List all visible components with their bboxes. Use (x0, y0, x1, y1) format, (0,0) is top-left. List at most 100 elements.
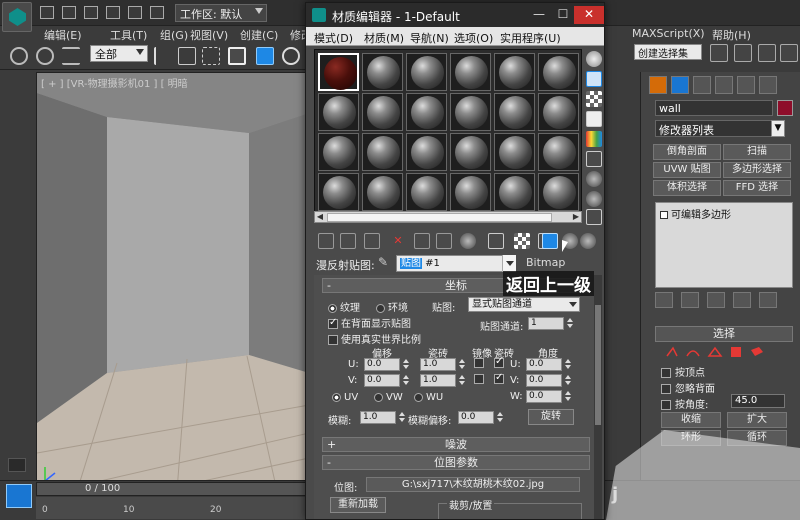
new-file-icon[interactable] (40, 6, 54, 19)
w-angle-input[interactable]: 0.0 (526, 390, 562, 403)
scrollbar-thumb[interactable] (327, 213, 552, 222)
maximize-icon[interactable]: ☐ (552, 6, 574, 24)
blur-offset-spinner[interactable] (496, 411, 503, 424)
go-to-parent-icon[interactable] (542, 233, 558, 249)
video-color-check-icon[interactable] (586, 131, 602, 147)
align-icon[interactable] (734, 44, 752, 62)
pick-material-icon[interactable] (580, 233, 596, 249)
blur-spinner[interactable] (398, 411, 405, 424)
angle-input[interactable]: 45.0 (731, 394, 785, 408)
wu-radio[interactable]: WU (414, 392, 443, 403)
eyedropper-icon[interactable]: ✎ (378, 255, 392, 271)
redo-icon[interactable] (128, 6, 142, 19)
environ-radio[interactable]: 环境 (376, 299, 408, 314)
put-to-scene-icon[interactable] (340, 233, 356, 249)
reset-map-icon[interactable]: ✕ (390, 233, 406, 249)
hierarchy-tab-icon[interactable] (693, 76, 711, 94)
sample-slot[interactable] (538, 53, 579, 91)
viewport-label[interactable]: [ + ] [VR-物理摄影机01 ] [ 明暗 (41, 75, 188, 90)
sample-slot[interactable] (538, 133, 579, 171)
app-logo-icon[interactable] (2, 2, 32, 32)
sample-slot[interactable] (406, 93, 447, 131)
workspace-dropdown[interactable]: 工作区: 默认 (175, 4, 267, 22)
backlight-icon[interactable] (586, 71, 602, 87)
texture-radio[interactable]: 纹理 (328, 299, 360, 314)
u-angle-spinner[interactable] (564, 358, 571, 371)
w-angle-spinner[interactable] (564, 390, 571, 403)
use-real-world-checkbox[interactable]: 使用真实世界比例 (328, 331, 421, 346)
sample-slot[interactable] (494, 93, 535, 131)
get-material-icon[interactable] (318, 233, 334, 249)
v-offset-input[interactable]: 0.0 (364, 374, 400, 387)
sample-slot[interactable] (450, 173, 491, 211)
menu-create[interactable]: 创建(C) (240, 27, 278, 43)
sweep-button[interactable]: 扫描 (723, 144, 791, 160)
map-channel-spinner[interactable] (566, 317, 573, 330)
sample-slot[interactable] (318, 133, 359, 171)
v-tile-checkbox[interactable] (494, 372, 507, 385)
selection-rollout-header[interactable]: 选择 (655, 326, 793, 342)
menu-material[interactable]: 材质(M) (364, 30, 404, 46)
mapping-dropdown[interactable]: 显式贴图通道 (468, 297, 580, 312)
menu-help[interactable]: 帮助(H) (712, 27, 751, 43)
sample-slot[interactable] (538, 173, 579, 211)
sample-slot[interactable] (318, 173, 359, 211)
sample-slot[interactable] (450, 53, 491, 91)
vw-radio[interactable]: VW (374, 392, 403, 403)
scroll-left-icon[interactable]: ◀ (315, 212, 325, 222)
by-angle-checkbox[interactable]: 按角度: (661, 396, 708, 411)
u-angle-input[interactable]: 0.0 (526, 358, 562, 371)
show-map-in-viewport-icon[interactable] (514, 233, 530, 249)
select-object-icon[interactable] (154, 47, 172, 65)
stack-item-editable-poly[interactable]: 可编辑多边形 (660, 206, 731, 221)
select-rotate-icon[interactable] (282, 47, 300, 65)
grow-button[interactable]: 扩大 (727, 412, 787, 428)
material-id-channel-icon[interactable] (488, 233, 504, 249)
close-icon[interactable]: ✕ (574, 6, 604, 24)
material-map-navigator-icon[interactable] (586, 209, 602, 225)
menu-view[interactable]: 视图(V) (190, 27, 228, 43)
subobject-level-icons[interactable] (663, 344, 793, 360)
uv-radio[interactable]: UV (332, 392, 358, 403)
window-crossing-icon[interactable] (228, 47, 246, 65)
options-icon[interactable] (586, 171, 602, 187)
v-offset-spinner[interactable] (402, 374, 409, 387)
menu-maxscript[interactable]: MAXScript(X) (632, 27, 705, 40)
bitmap-params-rollout-header[interactable]: - 位图参数 (322, 455, 590, 470)
viewport-nav-icon[interactable] (6, 484, 32, 508)
material-editor-titlebar[interactable]: 材质编辑器 - 1-Default — ☐ ✕ (306, 3, 604, 27)
select-move-icon[interactable] (256, 47, 274, 65)
chevron-down-icon[interactable]: ▼ (771, 120, 785, 137)
make-unique-icon[interactable] (707, 292, 725, 308)
volume-select-button[interactable]: 体积选择 (653, 180, 721, 196)
viewport-layout-icon[interactable] (8, 458, 26, 472)
u-tile-checkbox[interactable] (494, 356, 507, 369)
expand-icon[interactable] (660, 211, 668, 219)
project-folder-icon[interactable] (150, 6, 164, 19)
menu-options[interactable]: 选项(O) (454, 30, 493, 46)
sample-slot[interactable] (362, 173, 403, 211)
assign-to-selection-icon[interactable] (364, 233, 380, 249)
make-preview-icon[interactable] (586, 151, 602, 167)
sample-slot[interactable] (494, 133, 535, 171)
remove-modifier-icon[interactable] (733, 292, 751, 308)
undo-icon[interactable] (106, 6, 120, 19)
rotate-button[interactable]: 旋转 (528, 409, 574, 425)
u-tiling-spinner[interactable] (458, 358, 465, 371)
by-vertex-checkbox[interactable]: 按顶点 (661, 364, 705, 379)
poly-select-button[interactable]: 多边形选择 (723, 162, 791, 178)
sample-slot[interactable] (406, 133, 447, 171)
minimize-icon[interactable]: — (528, 6, 550, 24)
map-type-button[interactable]: Bitmap (526, 256, 565, 269)
blur-offset-input[interactable]: 0.0 (458, 411, 494, 424)
selection-set-dropdown[interactable]: 创建选择集 (634, 44, 702, 60)
modify-tab-icon[interactable] (671, 76, 689, 94)
select-by-material-icon[interactable] (586, 191, 602, 207)
time-slider[interactable]: 0 / 100 (36, 482, 308, 496)
link-icon[interactable] (10, 47, 28, 65)
menu-utilities[interactable]: 实用程序(U) (500, 30, 561, 46)
sample-slot[interactable] (538, 93, 579, 131)
u-offset-spinner[interactable] (402, 358, 409, 371)
utilities-tab-icon[interactable] (759, 76, 777, 94)
configure-sets-icon[interactable] (759, 292, 777, 308)
